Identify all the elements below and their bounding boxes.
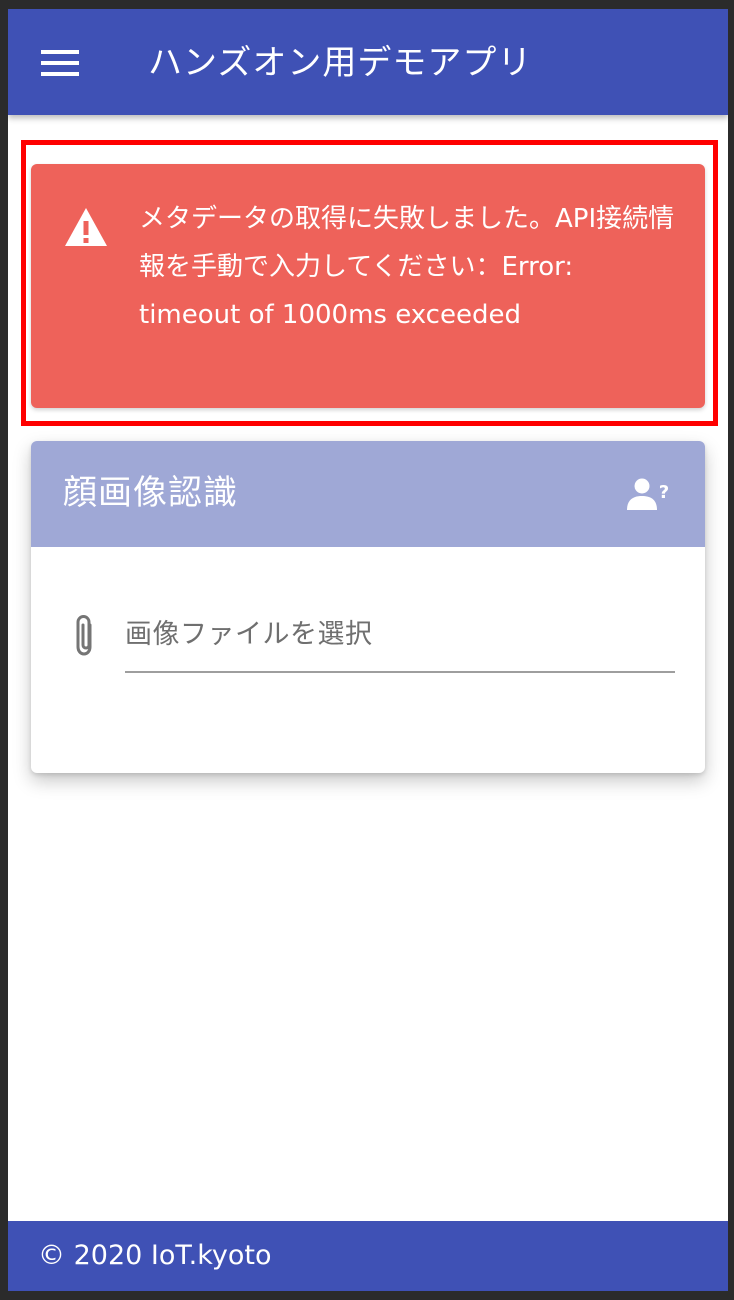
app-title: ハンズオン用デモアプリ bbox=[148, 43, 533, 83]
image-file-input[interactable]: 画像ファイルを選択 bbox=[125, 607, 675, 673]
paperclip-icon bbox=[76, 615, 92, 656]
unknown-user-button[interactable]: ? bbox=[621, 471, 677, 519]
app-bar: ハンズオン用デモアプリ bbox=[8, 9, 728, 115]
card-header: 顔画像認識 ? bbox=[31, 441, 705, 547]
menu-button[interactable] bbox=[32, 39, 88, 87]
svg-text:?: ? bbox=[659, 482, 669, 503]
warning-icon bbox=[65, 208, 107, 246]
card-title: 顔画像認識 bbox=[63, 473, 238, 513]
app-screen: ハンズオン用デモアプリ メタデータの取得に失敗しました。API接続情報を手動で入… bbox=[8, 9, 728, 1291]
hamburger-menu-icon bbox=[41, 50, 79, 76]
error-alert: メタデータの取得に失敗しました。API接続情報を手動で入力してください：Erro… bbox=[31, 164, 705, 408]
file-input-placeholder: 画像ファイルを選択 bbox=[125, 619, 373, 650]
alert-message: メタデータの取得に失敗しました。API接続情報を手動で入力してください：Erro… bbox=[139, 204, 675, 330]
footer: © 2020 IoT.kyoto bbox=[8, 1221, 728, 1291]
footer-copyright: © 2020 IoT.kyoto bbox=[38, 1240, 272, 1271]
file-input-row: 画像ファイルを選択 bbox=[31, 547, 705, 773]
unknown-user-icon: ? bbox=[627, 478, 669, 510]
face-recognition-card: 顔画像認識 ? 画像ファイルを選択 bbox=[31, 441, 705, 773]
